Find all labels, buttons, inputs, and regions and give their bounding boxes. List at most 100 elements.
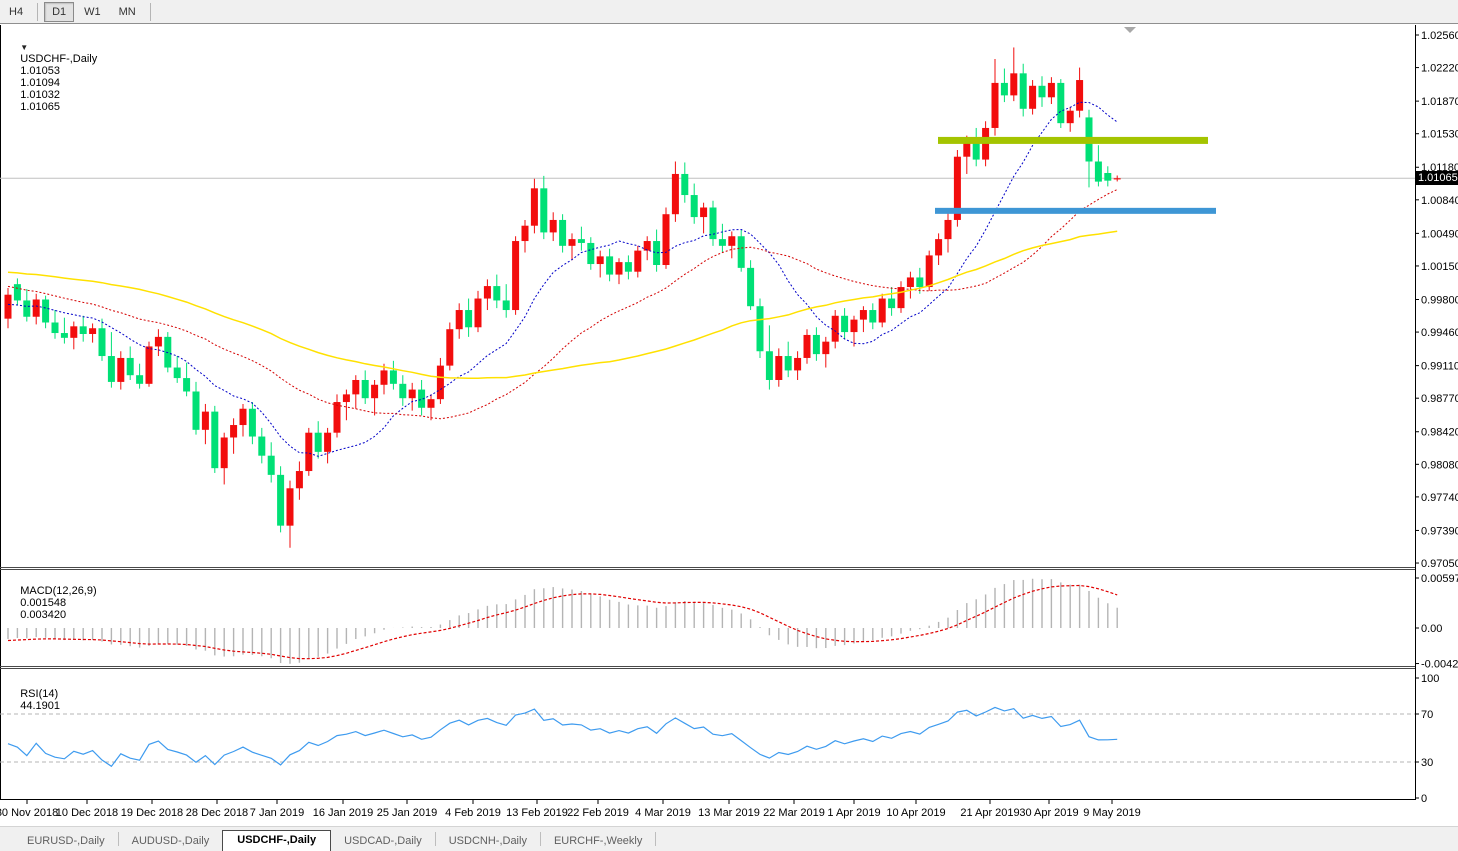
- candle: [1020, 73, 1027, 108]
- candle: [324, 433, 331, 452]
- support-level[interactable]: [935, 208, 1216, 214]
- candle: [916, 277, 923, 287]
- price-tick-label: 0.98080: [1421, 459, 1458, 471]
- price-tick-label: 0.98770: [1421, 393, 1458, 405]
- candle: [268, 456, 275, 475]
- candle: [945, 220, 952, 239]
- candle: [305, 433, 312, 471]
- candle: [841, 316, 848, 332]
- tab-audusd-daily[interactable]: AUDUSD-,Daily: [119, 832, 223, 851]
- candle: [80, 326, 87, 334]
- candle: [399, 384, 406, 398]
- candle: [390, 370, 397, 383]
- symbol-label: USDCHF-,Daily: [20, 53, 97, 65]
- candle: [644, 241, 651, 251]
- candle: [597, 256, 604, 264]
- date-axis[interactable]: 30 Nov 201810 Dec 201819 Dec 201828 Dec …: [0, 800, 1141, 819]
- chart-shift-marker-icon[interactable]: [1124, 27, 1136, 33]
- candle: [287, 488, 294, 525]
- price-axis[interactable]: 1.025601.022201.018701.015301.011801.008…: [1415, 30, 1458, 805]
- candle: [258, 437, 265, 456]
- candle: [794, 358, 801, 370]
- tab-usdcnh-daily[interactable]: USDCNH-,Daily: [436, 832, 540, 851]
- candle: [879, 299, 886, 323]
- candle: [738, 236, 745, 268]
- candle: [747, 268, 754, 306]
- candle: [935, 239, 942, 255]
- candle: [1067, 111, 1074, 123]
- candle: [681, 174, 688, 195]
- rsi-name: RSI(14): [20, 688, 58, 700]
- price-tick-label: 1.00150: [1421, 261, 1458, 273]
- candle: [860, 310, 867, 320]
- candle: [888, 299, 895, 309]
- candle: [1001, 83, 1008, 95]
- candle: [108, 356, 115, 382]
- date-tick-label: 25 Jan 2019: [377, 807, 438, 819]
- candle: [625, 262, 632, 272]
- candle: [14, 284, 21, 300]
- macd-tick-label: 0.00597: [1421, 573, 1458, 585]
- date-tick-label: 22 Feb 2019: [567, 807, 629, 819]
- price-tick-label: 1.00840: [1421, 195, 1458, 207]
- rsi-indicator-label: RSI(14) 44.1901: [8, 676, 64, 724]
- candle: [352, 380, 359, 394]
- ohlc-close: 1.01065: [20, 101, 60, 113]
- candle: [381, 370, 388, 384]
- candle: [1010, 73, 1017, 95]
- candle: [221, 437, 228, 468]
- tab-eurusd-daily[interactable]: EURUSD-,Daily: [14, 832, 118, 851]
- tab-divider: [655, 832, 656, 846]
- candle: [230, 425, 237, 437]
- candle: [531, 188, 538, 225]
- candle: [136, 375, 143, 384]
- macd-indicator-label: MACD(12,26,9) 0.001548 0.003420: [8, 573, 103, 633]
- candle: [512, 241, 519, 310]
- tab-usdcad-daily[interactable]: USDCAD-,Daily: [331, 832, 435, 851]
- chart-surface[interactable]: 1.025601.022201.018701.015301.011801.008…: [0, 0, 1458, 826]
- candle: [484, 286, 491, 298]
- candle: [456, 310, 463, 329]
- candle: [249, 409, 256, 437]
- candle: [522, 226, 529, 241]
- candle: [61, 333, 68, 338]
- candle: [907, 277, 914, 287]
- candle: [52, 322, 59, 333]
- price-tick-label: 0.97740: [1421, 492, 1458, 504]
- candle: [757, 306, 764, 351]
- candle: [540, 188, 547, 232]
- date-tick-label: 28 Dec 2018: [186, 807, 248, 819]
- candle: [315, 433, 322, 452]
- date-tick-label: 21 Apr 2019: [960, 807, 1019, 819]
- price-tick-label: 1.01530: [1421, 129, 1458, 141]
- date-tick-label: 1 Apr 2019: [827, 807, 880, 819]
- price-tick-label: 1.01870: [1421, 96, 1458, 108]
- macd-tick-label: -0.004243: [1421, 659, 1458, 671]
- candle: [117, 358, 124, 382]
- ohlc-low: 1.01032: [20, 89, 60, 101]
- date-tick-label: 19 Dec 2018: [121, 807, 183, 819]
- candle: [634, 251, 641, 272]
- trading-terminal-window: H4 D1 W1 MN 1.025601.022201.018701.01530…: [0, 0, 1458, 851]
- chart-title: ▼ USDCHF-,Daily 1.01053 1.01094 1.01032 …: [8, 29, 103, 125]
- tab-eurchf-weekly[interactable]: EURCHF-,Weekly: [541, 832, 655, 851]
- candle: [851, 320, 858, 332]
- candle: [503, 300, 510, 310]
- rsi-value: 44.1901: [20, 700, 60, 712]
- candle: [465, 310, 472, 327]
- tab-usdchf-daily[interactable]: USDCHF-,Daily: [222, 830, 331, 851]
- resistance-level[interactable]: [938, 137, 1208, 144]
- candle: [1076, 80, 1083, 111]
- candle: [42, 299, 49, 322]
- candle: [193, 391, 200, 429]
- candle: [569, 239, 576, 246]
- candle: [211, 412, 218, 469]
- candle: [813, 335, 820, 354]
- macd-signal-value: 0.003420: [20, 609, 66, 621]
- macd-main-value: 0.001548: [20, 597, 66, 609]
- collapse-triangle-icon[interactable]: ▼: [20, 43, 28, 52]
- candle: [155, 337, 162, 347]
- macd-tick-label: 0.00: [1421, 623, 1442, 635]
- date-tick-label: 13 Mar 2019: [698, 807, 760, 819]
- macd-panel: [8, 579, 1117, 664]
